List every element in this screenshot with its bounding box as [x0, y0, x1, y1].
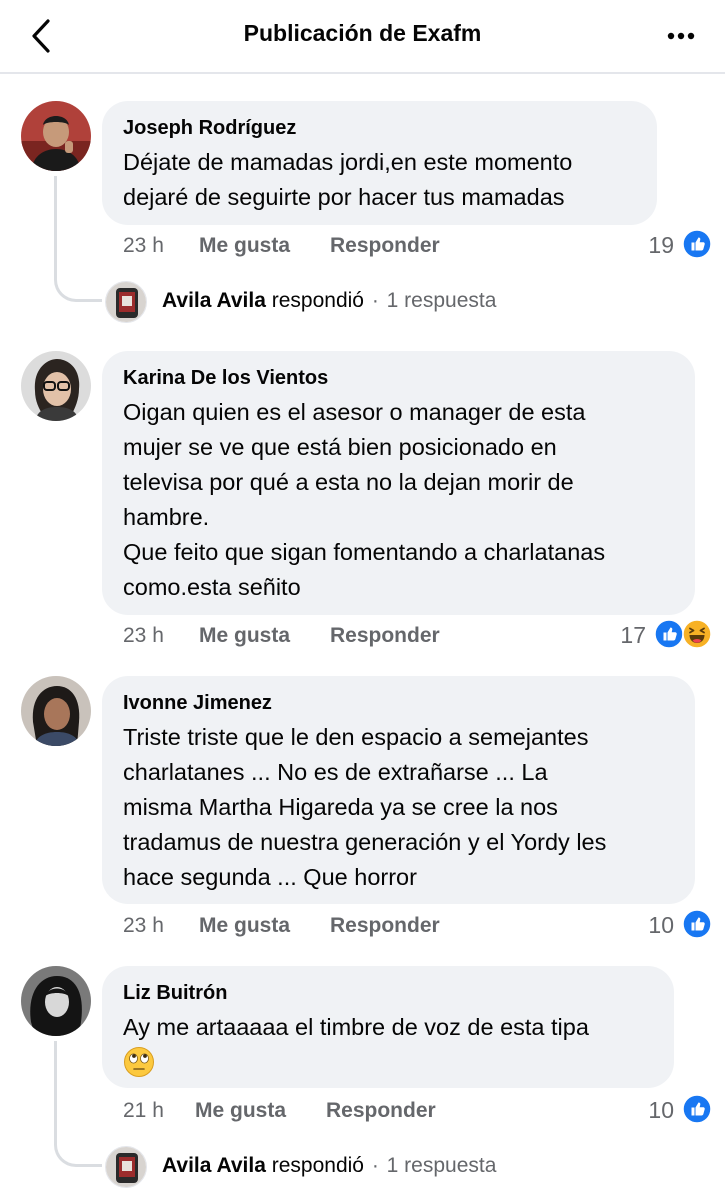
comment-timestamp[interactable]: 23 h: [123, 914, 164, 938]
comment-author[interactable]: Joseph Rodríguez: [123, 115, 635, 141]
like-button[interactable]: Me gusta: [195, 1099, 286, 1123]
reaction-count: 10: [648, 1097, 674, 1123]
separator-dot: ·: [371, 1154, 379, 1177]
comment-text: Ay me artaaaaa el timbre de voz de esta …: [123, 1010, 652, 1080]
comment-actions: 23 h Me gusta Responder: [123, 914, 503, 944]
reaction-count: 19: [648, 232, 674, 258]
face-with-rolling-eyes-emoji: [124, 1046, 154, 1077]
like-button[interactable]: Me gusta: [199, 234, 290, 258]
comment-line: Oigan quien es el asesor o manager de es…: [123, 399, 586, 425]
avatar[interactable]: [21, 351, 91, 421]
comment-author[interactable]: Karina De los Vientos: [123, 365, 673, 391]
like-icon: [682, 229, 712, 259]
comment-line: misma Martha Higareda ya se cree la nos: [123, 794, 558, 820]
reaction-summary[interactable]: 19: [600, 232, 712, 262]
reply-count: 1 respuesta: [386, 1154, 497, 1177]
avatar[interactable]: [105, 281, 147, 323]
like-icon: [682, 1094, 712, 1124]
comment-actions: 23 h Me gusta Responder: [123, 234, 503, 264]
more-dots-icon: [667, 32, 695, 40]
comment-line: dejaré de seguirte por hacer tus mamadas: [123, 184, 565, 210]
thread-line: [54, 1041, 102, 1167]
comment-line: televisa por qué a esta no la dejan mori…: [123, 469, 574, 495]
comment-timestamp[interactable]: 23 h: [123, 624, 164, 648]
like-button[interactable]: Me gusta: [199, 624, 290, 648]
reply-author: Avila Avila: [162, 1154, 266, 1177]
reaction-summary[interactable]: 17: [590, 622, 712, 652]
comment-line: Triste triste que le den espacio a semej…: [123, 724, 589, 750]
avatar[interactable]: [105, 1146, 147, 1188]
comment-line: hace segunda ... Que horror: [123, 864, 417, 890]
reply-verb: respondió: [271, 289, 364, 312]
page-title: Publicación de Exafm: [243, 20, 482, 46]
like-icon: [654, 619, 684, 649]
reaction-summary[interactable]: 10: [600, 1097, 712, 1127]
reaction-count: 10: [648, 912, 674, 938]
comment-line: Que feito que sigan fomentando a charlat…: [123, 539, 606, 565]
comment-author[interactable]: Ivonne Jimenez: [123, 690, 673, 716]
comment-actions: 21 h Me gusta Responder: [123, 1099, 503, 1129]
comment-text: Oigan quien es el asesor o manager de es…: [123, 395, 673, 605]
comment-timestamp[interactable]: 23 h: [123, 234, 164, 258]
comment-actions: 23 h Me gusta Responder: [123, 624, 503, 654]
like-button[interactable]: Me gusta: [199, 914, 290, 938]
comment-line: charlatanes ... No es de extrañarse ... …: [123, 759, 548, 785]
like-icon: [682, 909, 712, 939]
view-replies-link[interactable]: Avila Avila respondió · 1 respuesta: [162, 1154, 496, 1198]
reply-button[interactable]: Responder: [330, 624, 440, 648]
avatar[interactable]: [21, 101, 91, 171]
reply-author: Avila Avila: [162, 289, 266, 312]
reaction-count: 17: [620, 622, 646, 648]
separator-dot: ·: [371, 289, 379, 312]
comment-line: mujer se ve que está bien posicionado en: [123, 434, 557, 460]
comment-bubble[interactable]: Liz Buitrón Ay me artaaaaa el timbre de …: [102, 966, 674, 1088]
comment-bubble[interactable]: Joseph Rodríguez Déjate de mamadas jordi…: [102, 101, 657, 225]
comment-line: como.esta señito: [123, 574, 301, 600]
comment-text: Triste triste que le den espacio a semej…: [123, 720, 673, 895]
haha-icon: [682, 619, 712, 649]
comment-line: [123, 1045, 652, 1080]
comment-author[interactable]: Liz Buitrón: [123, 980, 652, 1006]
reply-button[interactable]: Responder: [326, 1099, 436, 1123]
comment-line: tradamus de nuestra generación y el Yord…: [123, 829, 607, 855]
thread-line: [54, 176, 102, 302]
comment-bubble[interactable]: Ivonne Jimenez Triste triste que le den …: [102, 676, 695, 904]
avatar[interactable]: [21, 966, 91, 1036]
view-replies-link[interactable]: Avila Avila respondió · 1 respuesta: [162, 289, 496, 333]
reaction-summary[interactable]: 10: [600, 912, 712, 942]
avatar[interactable]: [21, 676, 91, 746]
comment-timestamp[interactable]: 21 h: [123, 1099, 164, 1123]
reply-verb: respondió: [271, 1154, 364, 1177]
reply-button[interactable]: Responder: [330, 234, 440, 258]
top-bar: Publicación de Exafm: [0, 0, 725, 74]
reply-button[interactable]: Responder: [330, 914, 440, 938]
comment-line: Déjate de mamadas jordi,en este momento: [123, 149, 573, 175]
comment-bubble[interactable]: Karina De los Vientos Oigan quien es el …: [102, 351, 695, 615]
reply-count: 1 respuesta: [386, 289, 497, 312]
more-options-button[interactable]: [660, 24, 706, 48]
comment-text: Déjate de mamadas jordi,en este momento …: [123, 145, 635, 215]
comment-line: hambre.: [123, 504, 210, 530]
comment-line: Ay me artaaaaa el timbre de voz de esta …: [123, 1014, 589, 1040]
